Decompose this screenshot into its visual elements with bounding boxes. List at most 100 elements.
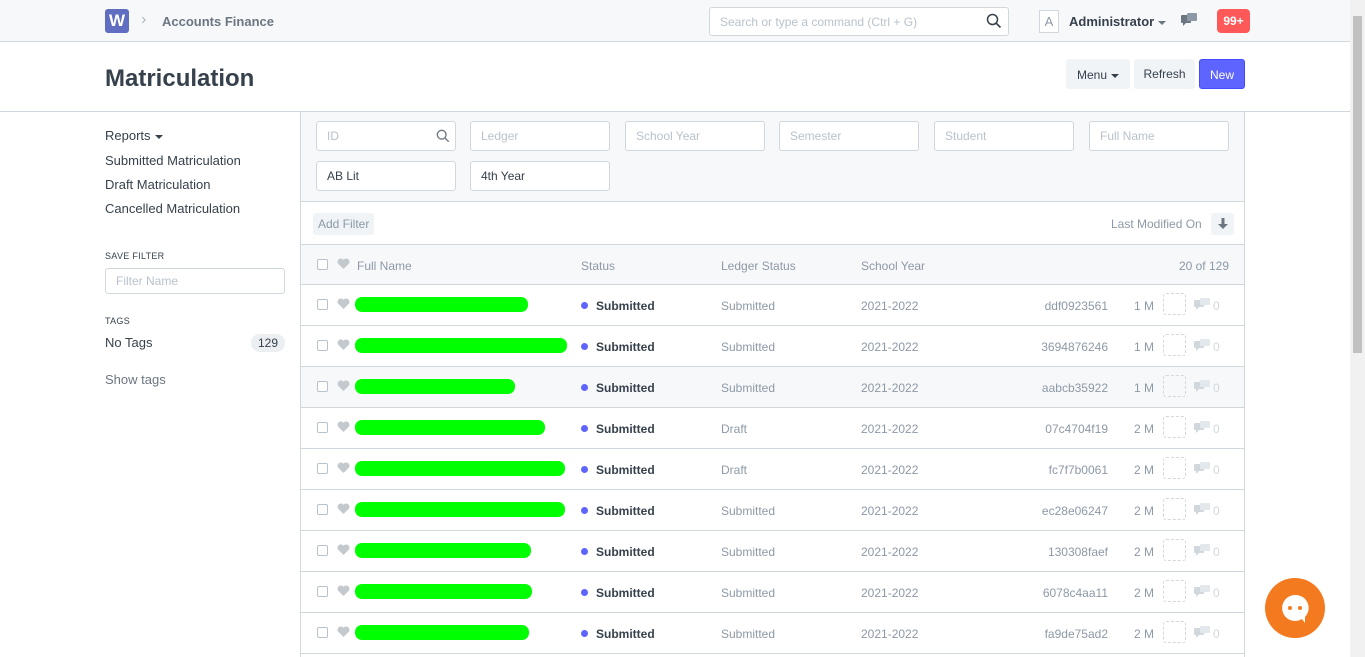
column-ledger-status[interactable]: Ledger Status xyxy=(721,259,796,273)
table-row[interactable]: Submitted Draft 2021-2022 fc7f7b0061 2 M 0 xyxy=(301,449,1244,490)
heart-icon[interactable] xyxy=(337,298,350,313)
status-cell[interactable]: Submitted xyxy=(596,299,655,313)
sidebar-item-submitted[interactable]: Submitted Matriculation xyxy=(105,153,241,168)
avatar[interactable]: A xyxy=(1039,10,1059,33)
row-checkbox[interactable] xyxy=(317,586,328,597)
heart-icon[interactable] xyxy=(337,462,350,477)
sidebar-item-draft[interactable]: Draft Matriculation xyxy=(105,177,210,192)
sidebar-item-cancelled[interactable]: Cancelled Matriculation xyxy=(105,201,240,216)
status-cell[interactable]: Submitted xyxy=(596,422,655,436)
comment-icon[interactable] xyxy=(1194,462,1210,478)
status-cell[interactable]: Submitted xyxy=(596,504,655,518)
status-cell[interactable]: Submitted xyxy=(596,545,655,559)
assign-avatar[interactable] xyxy=(1163,580,1186,602)
row-checkbox[interactable] xyxy=(317,299,328,310)
semester-filter[interactable] xyxy=(779,121,919,151)
table-row[interactable]: Submitted Submitted 2021-2022 6078c4aa11 2 M… xyxy=(301,572,1244,613)
row-checkbox[interactable] xyxy=(317,545,328,556)
reports-dropdown[interactable]: Reports xyxy=(105,128,163,143)
comment-icon[interactable] xyxy=(1194,503,1210,519)
row-checkbox[interactable] xyxy=(317,422,328,433)
comment-icon[interactable] xyxy=(1194,298,1210,314)
program-filter[interactable] xyxy=(316,161,456,191)
table-row[interactable]: Submitted Draft 2021-2022 07c4704f19 2 M 0 xyxy=(301,408,1244,449)
comment-icon[interactable] xyxy=(1194,626,1210,642)
no-tags-item[interactable]: No Tags xyxy=(105,335,152,350)
user-dropdown[interactable]: Administrator xyxy=(1069,14,1167,29)
table-row[interactable]: Submitted Submitted 2021-2022 3694876246 1 M… xyxy=(301,326,1244,367)
sort-selector[interactable]: Last Modified On xyxy=(1111,217,1202,231)
redacted-full-name[interactable] xyxy=(355,625,529,640)
status-cell[interactable]: Submitted xyxy=(596,463,655,477)
assign-avatar[interactable] xyxy=(1163,457,1186,479)
redacted-full-name[interactable] xyxy=(355,338,567,353)
assign-avatar[interactable] xyxy=(1163,416,1186,438)
comment-icon[interactable] xyxy=(1194,339,1210,355)
add-filter-button[interactable]: Add Filter xyxy=(313,213,375,235)
row-checkbox[interactable] xyxy=(317,340,328,351)
heart-icon[interactable] xyxy=(337,339,350,354)
heart-icon[interactable] xyxy=(337,421,350,436)
school-year-filter[interactable] xyxy=(625,121,765,151)
heart-icon[interactable] xyxy=(337,585,350,600)
search-input[interactable] xyxy=(710,8,970,35)
filter-name-input[interactable] xyxy=(105,268,285,294)
heart-icon[interactable] xyxy=(337,626,350,641)
table-row[interactable]: Submitted Submitted 2021-2022 aabcb35922 1 M… xyxy=(301,367,1244,408)
comment-icon[interactable] xyxy=(1194,544,1210,560)
heart-icon[interactable] xyxy=(337,380,350,395)
chat-icon[interactable] xyxy=(1181,13,1197,31)
assign-avatar[interactable] xyxy=(1163,293,1186,315)
year-level-filter[interactable] xyxy=(470,161,610,191)
row-checkbox[interactable] xyxy=(317,381,328,392)
comment-icon[interactable] xyxy=(1194,421,1210,437)
full-name-filter[interactable] xyxy=(1089,121,1229,151)
student-filter[interactable] xyxy=(934,121,1074,151)
id-filter[interactable] xyxy=(316,121,456,151)
search-icon[interactable] xyxy=(986,13,1002,32)
table-row[interactable]: Submitted Submitted 2021-2022 ec28e06247 2 M… xyxy=(301,490,1244,531)
vertical-scrollbar[interactable] xyxy=(1350,0,1365,657)
select-all-checkbox[interactable] xyxy=(317,259,328,270)
row-checkbox[interactable] xyxy=(317,504,328,515)
row-checkbox[interactable] xyxy=(317,627,328,638)
menu-button[interactable]: Menu xyxy=(1066,59,1130,89)
heart-icon[interactable] xyxy=(337,503,350,518)
redacted-full-name[interactable] xyxy=(355,420,545,435)
heart-icon[interactable] xyxy=(337,544,350,559)
show-tags-link[interactable]: Show tags xyxy=(105,372,166,387)
assign-avatar[interactable] xyxy=(1163,375,1186,397)
assign-avatar[interactable] xyxy=(1163,334,1186,356)
column-full-name[interactable]: Full Name xyxy=(357,259,412,273)
new-button[interactable]: New xyxy=(1199,59,1245,89)
comment-icon[interactable] xyxy=(1194,585,1210,601)
status-cell[interactable]: Submitted xyxy=(596,340,655,354)
table-row[interactable]: Submitted Submitted 2021-2022 ddf0923561 1 M… xyxy=(301,285,1244,326)
scrollbar-thumb[interactable] xyxy=(1353,16,1362,353)
status-cell[interactable]: Submitted xyxy=(596,627,655,641)
assign-avatar[interactable] xyxy=(1163,498,1186,520)
status-cell[interactable]: Submitted xyxy=(596,381,655,395)
redacted-full-name[interactable] xyxy=(355,543,531,558)
row-checkbox[interactable] xyxy=(317,463,328,474)
ledger-filter[interactable] xyxy=(470,121,610,151)
redacted-full-name[interactable] xyxy=(355,502,565,517)
column-school-year[interactable]: School Year xyxy=(861,259,925,273)
app-logo[interactable]: W xyxy=(105,9,129,33)
redacted-full-name[interactable] xyxy=(355,584,532,599)
redacted-full-name[interactable] xyxy=(355,461,565,476)
sort-order-button[interactable] xyxy=(1211,213,1234,235)
breadcrumb[interactable]: Accounts Finance xyxy=(162,14,274,29)
assign-avatar[interactable] xyxy=(1163,621,1186,643)
table-row[interactable]: Submitted Submitted 2021-2022 130308faef 2 M… xyxy=(301,531,1244,572)
column-status[interactable]: Status xyxy=(581,259,615,273)
assign-avatar[interactable] xyxy=(1163,539,1186,561)
refresh-button[interactable]: Refresh xyxy=(1134,59,1195,89)
redacted-full-name[interactable] xyxy=(355,297,528,312)
table-row[interactable]: Submitted Submitted 2021-2022 fa9de75ad2 2 M… xyxy=(301,613,1244,654)
chat-widget-button[interactable] xyxy=(1265,578,1325,638)
redacted-full-name[interactable] xyxy=(355,379,515,394)
status-cell[interactable]: Submitted xyxy=(596,586,655,600)
heart-icon[interactable] xyxy=(337,258,350,273)
comment-icon[interactable] xyxy=(1194,380,1210,396)
